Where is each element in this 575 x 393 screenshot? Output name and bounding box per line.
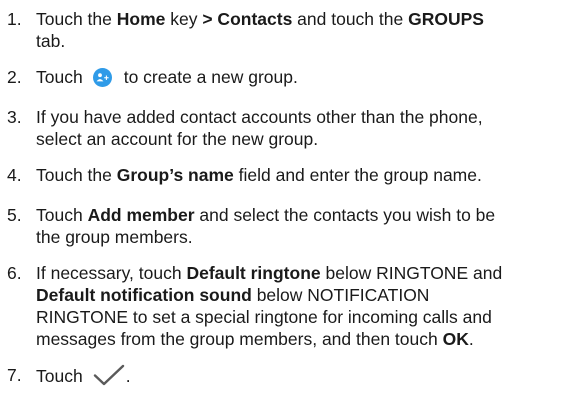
text-run: Touch <box>36 366 83 386</box>
text-run: . <box>468 329 474 349</box>
step-line: Touch. <box>36 364 572 387</box>
bold-term: GROUPS <box>408 9 484 29</box>
text-run: below NOTIFICATION <box>251 285 430 305</box>
text-run: tab. <box>36 31 66 51</box>
bold-term: Default notification sound <box>36 285 252 305</box>
step-line: Touch Add member and select the contacts… <box>36 204 572 226</box>
text-run: Touch <box>36 67 83 87</box>
step-line: tab. <box>36 30 572 52</box>
step-number: 3. <box>7 107 22 127</box>
step-text: Touch Add member and select the contacts… <box>36 204 572 248</box>
step-text: If necessary, touch Default ringtone bel… <box>36 262 572 350</box>
step-line: messages from the group members, and the… <box>36 328 572 350</box>
step-line: Touch the Group’s name field and enter t… <box>36 164 572 186</box>
step-line: Default notification sound below NOTIFIC… <box>36 284 572 306</box>
step-line: Touch to create a new group. <box>36 66 572 88</box>
step-number: 2. <box>7 67 22 87</box>
bold-term: Group’s name <box>116 165 234 185</box>
instruction-steps: 1. Touch the Home key > Contacts and tou… <box>0 0 575 393</box>
checkmark-icon <box>93 364 125 386</box>
step-text: Touch to create a new group. <box>36 66 572 88</box>
text-run: . <box>125 366 131 386</box>
step-line: RINGTONE to set a special ringtone for i… <box>36 306 572 328</box>
text-run: messages from the group members, and the… <box>36 329 443 349</box>
step-text: Touch. <box>36 364 572 387</box>
text-run: select an account for the new group. <box>36 129 319 149</box>
text-run: and touch the <box>292 9 409 29</box>
text-run: Touch the <box>36 9 117 29</box>
text-run: below RINGTONE and <box>320 263 503 283</box>
step-line: If necessary, touch Default ringtone bel… <box>36 262 572 284</box>
text-run: Touch the <box>36 165 117 185</box>
bold-term: Home <box>116 9 166 29</box>
step-number: 5. <box>7 205 22 225</box>
step-number: 7. <box>7 365 22 385</box>
text-run: and select the contacts you wish to be <box>194 205 496 225</box>
text-run: to create a new group. <box>123 67 298 87</box>
step-line: Touch the Home key > Contacts and touch … <box>36 8 572 30</box>
bold-term: OK <box>442 329 469 349</box>
text-run: RINGTONE to set a special ringtone for i… <box>36 307 492 327</box>
text-run: Touch <box>36 205 88 225</box>
text-run: If you have added contact accounts other… <box>36 107 483 127</box>
step-line: If you have added contact accounts other… <box>36 106 572 128</box>
step-text: Touch the Home key > Contacts and touch … <box>36 8 572 52</box>
text-run: the group members. <box>36 227 193 247</box>
bold-term: Default ringtone <box>186 263 321 283</box>
text-run: field and enter the group name. <box>233 165 482 185</box>
text-run: If necessary, touch <box>36 263 187 283</box>
bold-term: Add member <box>87 205 195 225</box>
add-group-icon <box>92 68 112 87</box>
text-run: key <box>165 9 203 29</box>
step-text: Touch the Group’s name field and enter t… <box>36 164 572 186</box>
step-number: 4. <box>7 165 22 185</box>
step-number: 1. <box>7 9 22 29</box>
bold-term: > Contacts <box>202 9 293 29</box>
step-text: If you have added contact accounts other… <box>36 106 572 150</box>
step-line: the group members. <box>36 226 572 248</box>
step-number: 6. <box>7 263 22 283</box>
step-line: select an account for the new group. <box>36 128 572 150</box>
